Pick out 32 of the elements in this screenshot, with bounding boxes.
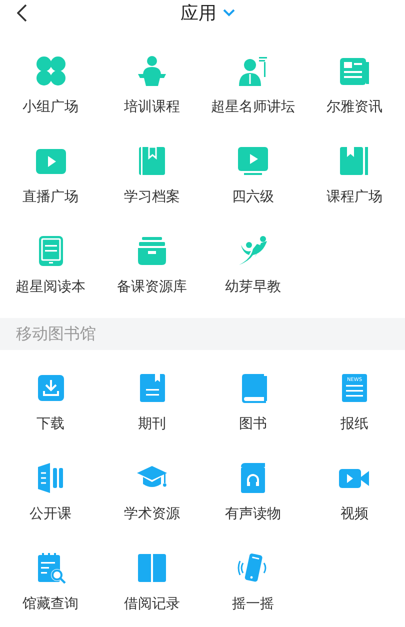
app-tile[interactable]: 公开课 <box>0 462 102 525</box>
page-title: 应用 <box>180 2 216 26</box>
app-tile[interactable]: 下载 <box>0 372 102 435</box>
newspaper-icon <box>338 55 370 87</box>
app-tile[interactable]: 小组广场 <box>0 55 102 118</box>
app-tile[interactable]: 学术资源 <box>101 462 202 525</box>
app-tile[interactable]: 备课资源库 <box>101 235 202 298</box>
app-tile[interactable]: 尔雅资讯 <box>304 55 405 118</box>
drawer-icon <box>136 235 168 267</box>
section-header: 移动图书馆 <box>16 323 96 345</box>
app-tile[interactable]: 期刊 <box>101 372 202 435</box>
app-tile[interactable]: 摇一摇 <box>202 552 304 615</box>
app-tile[interactable]: 课程广场 <box>304 145 405 208</box>
app-tile[interactable]: 视频 <box>304 462 405 525</box>
app-tile[interactable]: 培训课程 <box>101 55 202 118</box>
app-tile[interactable]: 有声读物 <box>202 462 304 525</box>
app-tile[interactable]: 图书 <box>202 372 304 435</box>
app-tile[interactable]: 四六级 <box>202 145 304 208</box>
monitor-icon <box>237 145 270 177</box>
clover-icon <box>34 55 67 87</box>
app-tile[interactable]: 超星阅读本 <box>0 235 102 298</box>
app-tile[interactable]: 学习档案 <box>101 145 202 208</box>
book-icon <box>338 145 370 177</box>
presenter-icon <box>136 55 168 87</box>
app-tile[interactable]: 借阅记录 <box>101 552 202 615</box>
app-tile[interactable]: 超星名师讲坛 <box>202 55 304 118</box>
teacher-icon <box>237 55 270 87</box>
caret-icon[interactable] <box>222 9 234 17</box>
app-tile[interactable]: 直播广场 <box>0 145 102 208</box>
app-tile[interactable]: 幼芽早教 <box>202 235 304 298</box>
app-tile[interactable]: 馆藏查询 <box>0 552 102 615</box>
open-book-icon <box>136 552 168 584</box>
